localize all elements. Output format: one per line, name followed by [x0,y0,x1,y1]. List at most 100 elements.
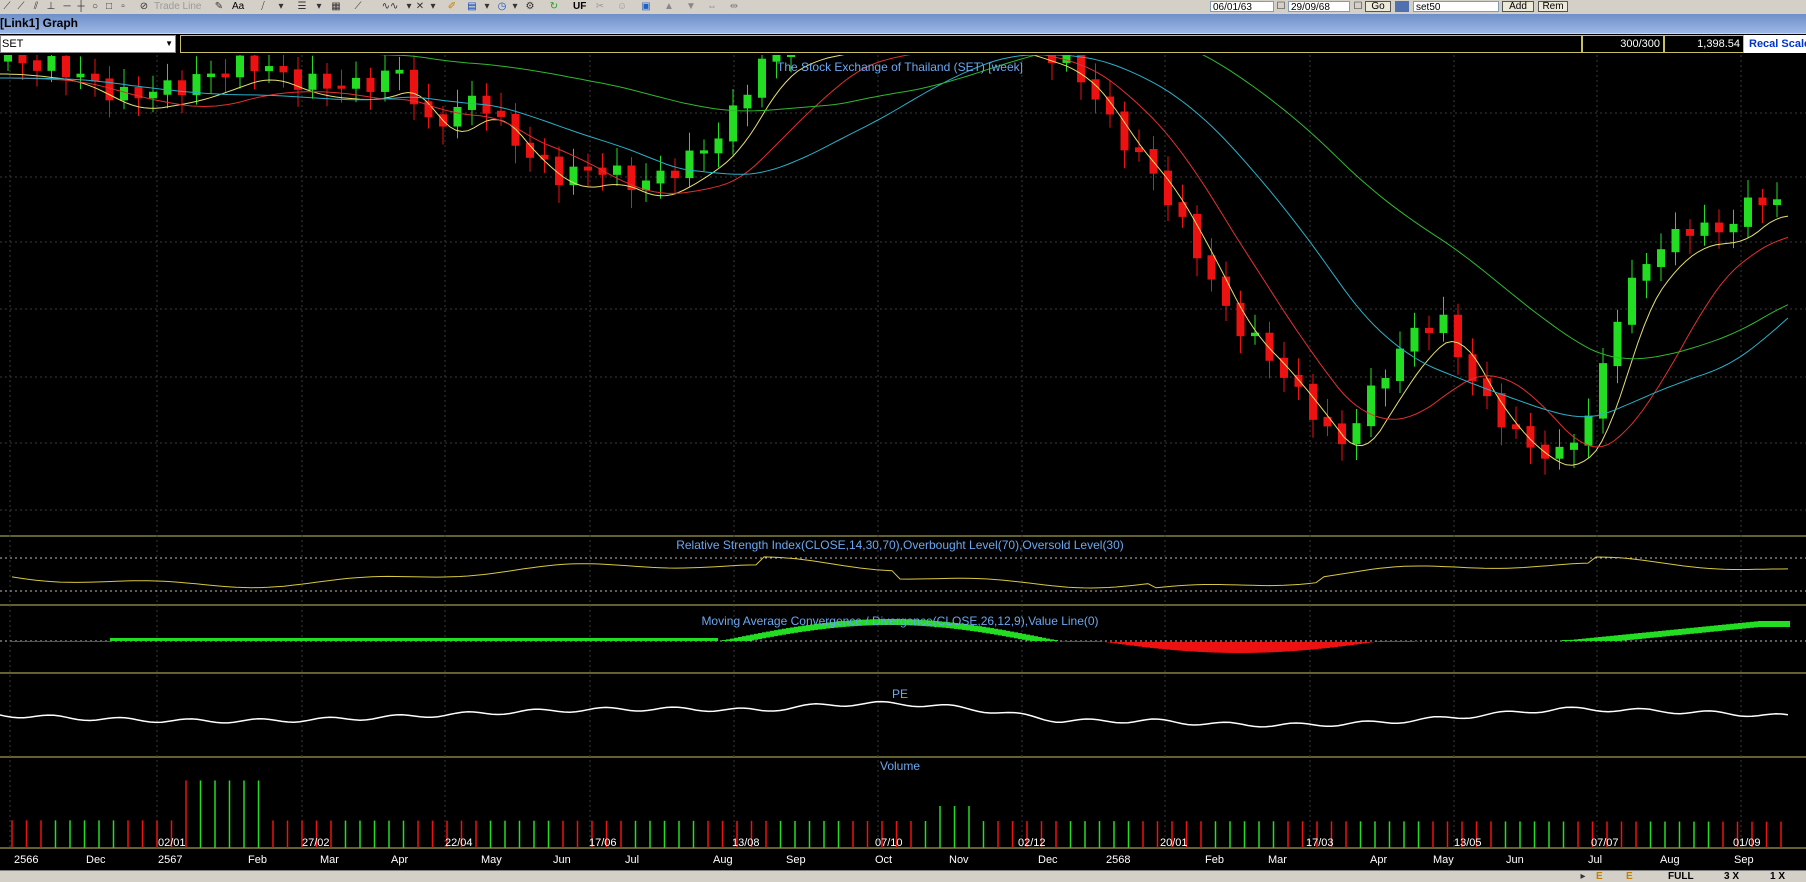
vertical-line-icon[interactable]: ⊥ [46,1,56,12]
candle-body [1135,147,1143,153]
draw-ray-icon[interactable]: ⟋ [16,1,26,12]
candle-body [1657,249,1665,268]
draw-line-icon[interactable]: ⟋ [2,1,12,12]
candle-body [613,165,621,175]
candle-body [381,70,389,92]
candle-body [1613,321,1622,367]
candle-body [221,73,230,78]
checkbox-icon[interactable]: ☐ [1276,1,1286,12]
refresh-icon[interactable]: ↻ [548,1,560,12]
candle-body [279,66,288,73]
candle-body [1541,444,1549,459]
date-from-field[interactable]: 06/01/63 [1210,1,1274,12]
zoom-1x-button[interactable]: 1 X [1770,871,1785,882]
save-icon[interactable]: ▣ [640,1,652,12]
candle-body [1700,222,1709,236]
x-axis-label: 13/05 [1454,837,1482,849]
rsi-panel [0,556,1806,592]
arrow-down-icon[interactable]: ▼ [686,1,696,12]
person-icon: ☺ [616,1,628,12]
candle-body [1671,228,1680,253]
candle-body [410,69,418,105]
zoom-3x-button[interactable]: 3 X [1724,871,1739,882]
x-axis-label: Feb [1205,854,1224,866]
line-style-icon[interactable]: ☰ [292,1,312,12]
text-tool-label[interactable]: Aa [232,0,244,13]
cross-cursor-icon[interactable]: ✕ [414,1,426,12]
chart-type-icon[interactable]: ▦ [330,1,342,12]
x-axis-label: 2566 [14,854,38,866]
trend-icon[interactable]: ⟋ [350,1,366,12]
wave-line-icon[interactable]: ∿∿ [376,1,404,12]
arrow-up-icon[interactable]: ▲ [664,1,674,12]
dropdown-arrow-icon[interactable]: ▾ [428,1,438,12]
rsi-title: Relative Strength Index(CLOSE,14,30,70),… [676,538,1124,552]
x-axis-label: 27/02 [302,837,330,849]
x-axis-label: 20/01 [1160,837,1188,849]
volume-title: Volume [880,759,920,773]
x-axis-label: Nov [949,854,969,866]
grid [0,55,1806,849]
symbol-input[interactable]: SET ▼ [0,35,176,53]
date-to-field[interactable]: 29/09/68 [1288,1,1350,12]
checkbox-icon[interactable]: ☐ [1353,1,1363,12]
trade-line-icon[interactable]: ⊘ [138,1,150,12]
x-axis-label: Jul [625,854,639,866]
candle-body [656,170,665,184]
x-axis: 2566 Dec 02/01 2567 Feb 27/02 Mar Apr 22/04 May Ju… [14,837,1761,866]
full-button[interactable]: FULL [1668,871,1694,882]
recal-scale-button[interactable]: Recal Scale [1744,35,1806,53]
settings-icon[interactable]: ⚙ [524,1,536,12]
pe-line [0,700,1789,728]
dropdown-arrow-icon[interactable]: ▾ [404,1,414,12]
clock-icon[interactable]: ◷ [496,1,508,12]
letter-e-icon[interactable]: E [1626,871,1633,882]
candle-body [1439,314,1448,333]
dropdown-arrow-icon[interactable]: ▾ [314,1,324,12]
cursor-arrow-icon[interactable]: ▸ [1578,871,1588,882]
candle-body [700,150,708,154]
shrink-icon[interactable]: ⇹ [728,1,740,12]
candle-body [1628,277,1636,325]
dropdown-arrow-icon[interactable]: ▾ [510,1,520,12]
rectangle-icon[interactable]: □ [104,1,114,12]
circle-icon[interactable]: ○ [90,1,100,12]
candle-body [352,77,360,89]
symbol-value: SET [2,38,24,50]
grid-icon[interactable]: ▤ [466,1,478,12]
remove-button[interactable]: Rem [1538,1,1568,12]
dropdown-arrow-icon[interactable]: ▾ [482,1,492,12]
candle-body [120,86,128,101]
candle-body [1410,327,1419,352]
go-button[interactable]: Go [1365,1,1391,12]
parallel-lines-icon[interactable]: ⫽ [30,1,42,12]
candle-body [453,106,462,127]
toolbar: ⟋ ⟋ ⫽ ⊥ ─ ┼ ○ □ ▫ ⊘ Trade Line ✎ Aa ⧸ ▾ … [0,0,1806,15]
horizontal-line-icon[interactable]: ─ [62,1,72,12]
last-value: 1,398.54 [1664,35,1744,53]
chart-area[interactable]: The Stock Exchange of Thailand (SET) [we… [0,55,1806,870]
edit-icon[interactable]: ✎ [214,1,224,12]
candle-body [671,170,679,179]
square-icon[interactable]: ▫ [118,1,128,12]
pencil-icon[interactable]: ✐ [446,1,458,12]
candle-body [1265,332,1274,361]
dropdown-arrow-icon[interactable]: ▾ [276,1,286,12]
candle-body [1207,255,1216,280]
x-axis-label: Aug [1660,854,1680,866]
color-swatch-icon[interactable] [1395,1,1409,12]
candle-body [1584,415,1593,446]
uf-label[interactable]: UF [573,0,586,13]
expand-icon[interactable]: ⇔ [706,1,718,12]
price-panel [0,55,1789,475]
set-combo[interactable]: set50 [1413,1,1499,12]
x-axis-label: 02/12 [1018,837,1046,849]
letter-e-icon[interactable]: E [1596,871,1603,882]
dropdown-arrow-icon[interactable]: ▼ [165,36,173,52]
candle-body [1367,385,1375,427]
cross-line-icon[interactable]: ┼ [76,1,86,12]
candle-body [1686,228,1694,236]
add-button[interactable]: Add [1502,1,1534,12]
trade-line-label[interactable]: Trade Line [154,0,201,13]
fibonacci-icon[interactable]: ⧸ [256,1,270,12]
